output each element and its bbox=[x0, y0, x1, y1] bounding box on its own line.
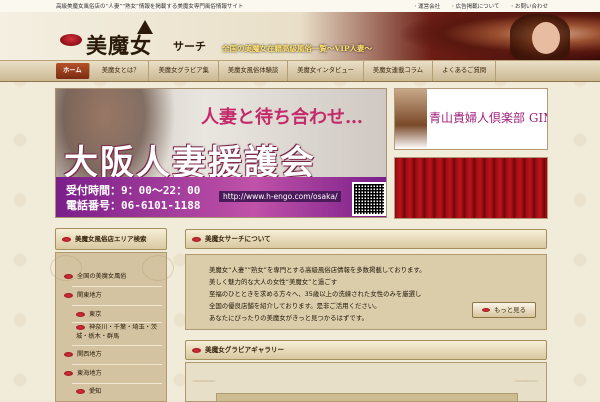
main-nav: ホーム 美魔女とは？ 美魔女グラビア集 美魔女風俗体験談 美魔女インタビュー 美… bbox=[0, 60, 600, 82]
read-more-label: もっと見る bbox=[494, 306, 526, 314]
divider bbox=[72, 364, 162, 365]
area-search-heading: 美魔女風俗店エリア検索 bbox=[55, 228, 167, 250]
lips-icon bbox=[76, 324, 85, 330]
nav-item-column[interactable]: 美魔女連載コラム bbox=[364, 61, 434, 81]
nav-item-interview[interactable]: 美魔女インタビュー bbox=[288, 61, 364, 81]
qr-code-icon bbox=[352, 182, 386, 216]
lips-icon bbox=[192, 347, 201, 353]
site-logo-sub[interactable]: サーチ bbox=[173, 38, 206, 54]
intro-text-line: 全国の優良店舗を紹介しております。是非ご活用ください。 bbox=[209, 302, 381, 310]
intro-heading: 美魔女サーチについて bbox=[185, 229, 547, 249]
lips-logo-icon bbox=[60, 34, 82, 46]
curtain-ad-banner[interactable] bbox=[394, 157, 548, 219]
lips-icon bbox=[64, 292, 73, 298]
banner-hours: 受付時間：9：00〜22：00 bbox=[66, 184, 201, 197]
lips-icon bbox=[64, 370, 73, 376]
header-slogan: 全国の美魔女在籍高級風俗一覧〜VIP人妻〜 bbox=[222, 44, 372, 53]
contact-link[interactable]: お問い合わせ bbox=[509, 2, 548, 10]
banner-catchphrase: 人妻と待ち合わせ… bbox=[201, 107, 363, 128]
intro-panel: 美魔女“人妻”“熟女”を専門とする高級風俗店情報を多数掲載しております。 美しく… bbox=[185, 254, 547, 330]
lips-icon bbox=[76, 388, 85, 394]
intro-title: 美魔女サーチについて bbox=[205, 235, 271, 243]
sidebar-item-tokyo[interactable]: 東京 bbox=[76, 307, 101, 322]
nav-item-gravure[interactable]: 美魔女グラビア集 bbox=[149, 61, 219, 81]
banner-url: http://www.h-engo.com/osaka/ bbox=[219, 191, 342, 202]
lips-icon bbox=[482, 308, 491, 312]
lips-icon bbox=[64, 351, 73, 357]
sidebar-item-kanto[interactable]: 関東地方 bbox=[64, 288, 102, 303]
lips-icon bbox=[64, 273, 73, 279]
nav-item-about[interactable]: 美魔女とは？ bbox=[93, 61, 150, 81]
nav-item-faq[interactable]: よくあるご質問 bbox=[433, 61, 497, 81]
intro-text-line: あなたにぴったりの美魔女がきっと見つかるはずです。 bbox=[209, 314, 368, 322]
site-logo[interactable]: 美魔女 bbox=[86, 30, 152, 60]
ornament-right bbox=[142, 255, 174, 281]
header-model-image bbox=[400, 12, 600, 60]
gimlet-ad-banner[interactable]: 青山貴婦人倶楽部 GIMLET bbox=[394, 88, 548, 150]
intro-text-line: 美しく魅力的な大人の女性“美魔女”と過ごす bbox=[209, 278, 338, 286]
model-face-shape bbox=[532, 22, 560, 54]
top-links: 運営会社 広告掲載について お問い合わせ bbox=[413, 2, 548, 10]
sidebar-item-label: 全国の美魔女風俗 bbox=[77, 273, 127, 280]
intro-text-line: 至福のひとときを求める方々へ、35歳以上の洗練された女性のみを厳選し bbox=[209, 290, 422, 298]
sidebar-item-label: 関西地方 bbox=[77, 351, 102, 358]
sidebar-item-label: 神奈川・千葉・埼玉・茨城・栃木・群馬 bbox=[76, 324, 158, 340]
company-link[interactable]: 運営会社 bbox=[413, 2, 440, 10]
sidebar-item-nationwide[interactable]: 全国の美魔女風俗 bbox=[64, 269, 127, 284]
site-tagline: 高級美魔女風俗店の“人妻”“熟女”情報を掲載する美魔女専門風俗情報サイト bbox=[56, 4, 244, 10]
sidebar-item-label: 東京 bbox=[89, 311, 102, 318]
advertising-link[interactable]: 広告掲載について bbox=[450, 2, 500, 10]
divider bbox=[72, 345, 162, 346]
sidebar-item-aichi[interactable]: 愛知 bbox=[76, 384, 101, 399]
read-more-button[interactable]: もっと見る bbox=[472, 302, 536, 318]
lips-icon bbox=[76, 311, 85, 317]
lips-icon bbox=[192, 236, 201, 242]
sidebar-item-label: 関東地方 bbox=[77, 292, 102, 299]
banner-phone: 電話番号：06-6101-1188 bbox=[66, 199, 201, 212]
sidebar-item-tokai[interactable]: 東海地方 bbox=[64, 366, 102, 381]
area-search-menu: 全国の美魔女風俗 関東地方 東京 神奈川・千葉・埼玉・茨城・栃木・群馬 関西地方… bbox=[50, 252, 174, 402]
gravure-heading: 美魔女グラビアギャラリー bbox=[185, 340, 547, 360]
intro-text-line: 美魔女“人妻”“熟女”を専門とする高級風俗店情報を多数掲載しております。 bbox=[209, 266, 426, 274]
osaka-ad-banner[interactable]: 人妻と待ち合わせ… 大阪人妻援護会 受付時間：9：00〜22：00 電話番号：0… bbox=[55, 88, 387, 218]
sidebar-item-kanto-other[interactable]: 神奈川・千葉・埼玉・茨城・栃木・群馬 bbox=[76, 323, 160, 340]
gravure-title: 美魔女グラビアギャラリー bbox=[205, 346, 285, 354]
nav-item-experience[interactable]: 美魔女風俗体験談 bbox=[219, 61, 289, 81]
divider bbox=[72, 286, 162, 287]
lips-icon bbox=[62, 236, 71, 242]
sidebar-item-label: 東海地方 bbox=[77, 370, 102, 377]
gimlet-woman-image bbox=[395, 89, 427, 149]
nav-home[interactable]: ホーム bbox=[56, 63, 90, 79]
sidebar-item-label: 愛知 bbox=[89, 388, 102, 395]
area-search-title: 美魔女風俗店エリア検索 bbox=[75, 235, 147, 243]
gallery-ornament bbox=[186, 362, 544, 400]
divider bbox=[72, 305, 162, 306]
gimlet-banner-text: 青山貴婦人倶楽部 GIMLET bbox=[429, 111, 547, 125]
sidebar-item-kansai[interactable]: 関西地方 bbox=[64, 347, 102, 362]
